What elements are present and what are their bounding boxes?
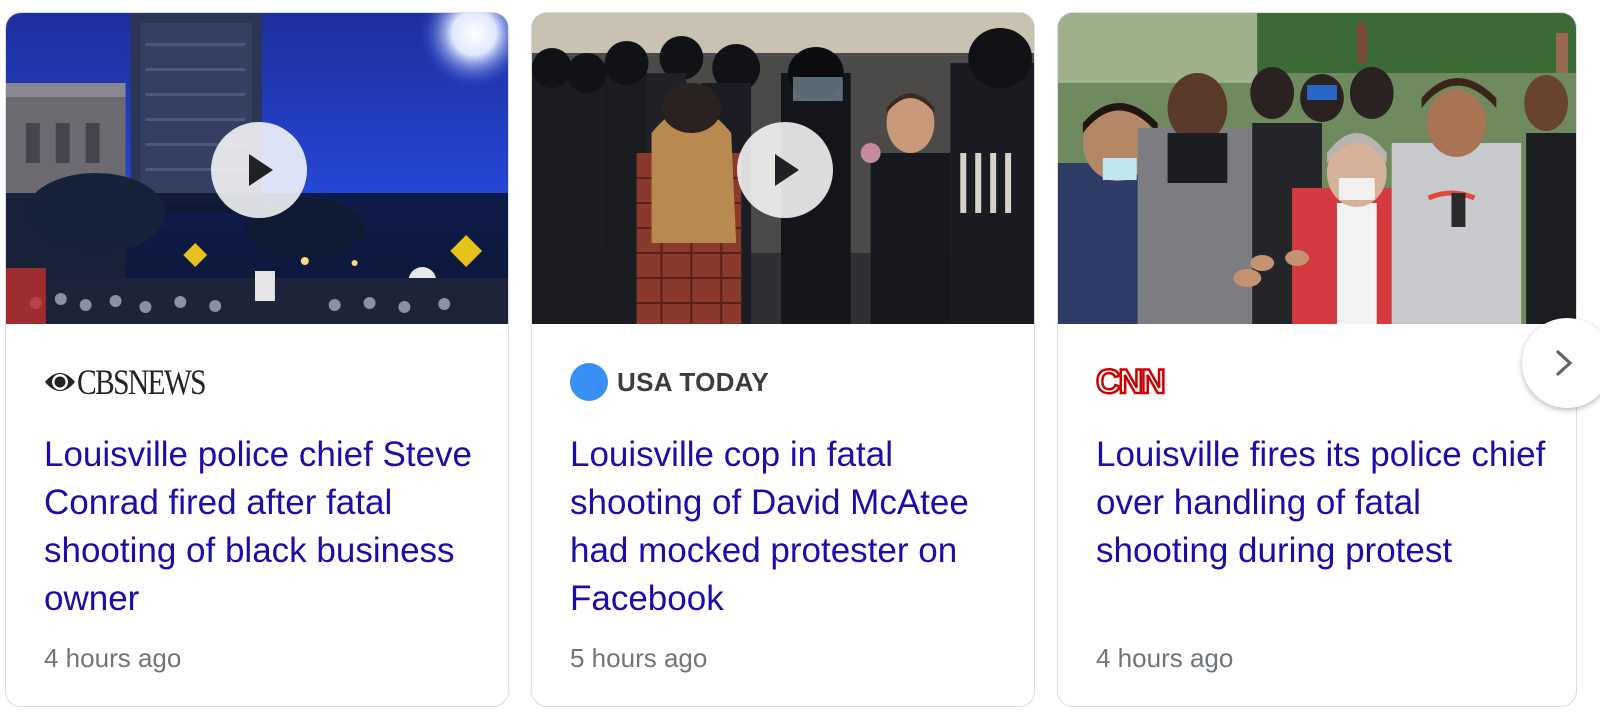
usa-today-dot-icon xyxy=(570,363,608,401)
source-name: USA TODAY xyxy=(617,366,769,397)
play-icon xyxy=(775,154,799,186)
news-card[interactable]: USA TODAY Louisville cop in fatal shooti… xyxy=(531,12,1035,707)
usa-today-logo: USA TODAY xyxy=(570,363,769,401)
article-timestamp: 4 hours ago xyxy=(44,643,182,673)
article-headline-link[interactable]: Louisville cop in fatal shooting of Davi… xyxy=(570,431,1010,623)
article-thumbnail[interactable] xyxy=(532,13,1034,324)
article-thumbnail[interactable] xyxy=(1058,13,1576,324)
chevron-right-icon xyxy=(1556,350,1573,376)
play-icon xyxy=(249,154,273,186)
article-timestamp: 4 hours ago xyxy=(1096,643,1234,673)
play-button[interactable] xyxy=(211,122,307,218)
news-card[interactable]: CBSNEWS Louisville police chief Steve Co… xyxy=(5,12,509,707)
news-card[interactable]: CNN Louisville fires its police chief ov… xyxy=(1057,12,1577,707)
cbs-news-logo: CBSNEWS xyxy=(44,364,233,400)
source-name: CBSNEWS xyxy=(77,362,207,402)
source-logo-cbs: CBSNEWS xyxy=(44,363,233,401)
article-timestamp: 5 hours ago xyxy=(570,643,708,673)
top-stories-carousel: CBSNEWS Louisville police chief Steve Co… xyxy=(0,0,1600,728)
article-thumbnail[interactable] xyxy=(6,13,508,324)
play-button[interactable] xyxy=(737,122,833,218)
crowd-image xyxy=(1058,13,1576,324)
article-headline-link[interactable]: Louisville fires its police chief over h… xyxy=(1096,431,1556,575)
source-logo-usa-today: USA TODAY xyxy=(570,363,769,401)
source-logo-cnn: CNN xyxy=(1095,363,1167,401)
cbs-eye-icon xyxy=(45,373,75,391)
source-name: CNN xyxy=(1095,363,1167,401)
article-headline-link[interactable]: Louisville police chief Steve Conrad fir… xyxy=(44,431,484,623)
